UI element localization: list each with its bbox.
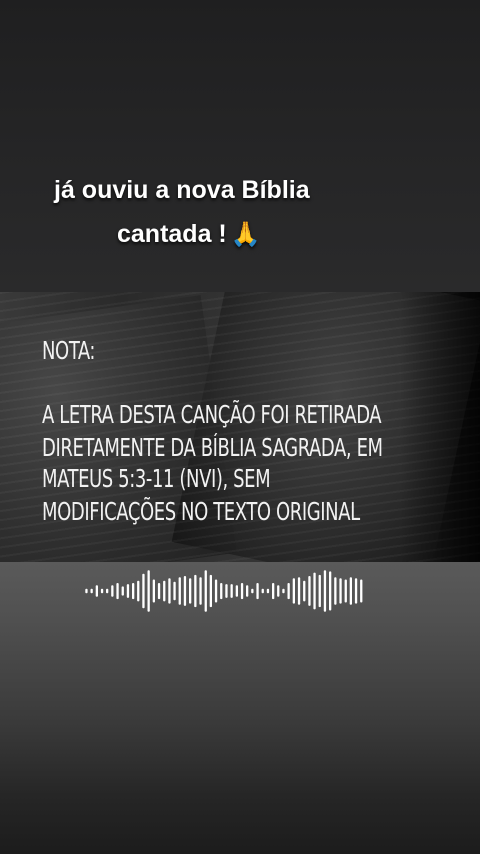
waveform-bar [266, 588, 270, 594]
waveform-bar [132, 583, 135, 600]
waveform-bar [235, 585, 238, 597]
note-line-3: MATEUS 5:3-11 (NVI), SEM [42, 464, 271, 493]
waveform-bar [121, 586, 124, 596]
waveform-bar [204, 570, 207, 612]
waveform-bar [318, 574, 321, 608]
waveform-bar [85, 588, 88, 594]
caption-line-2-text: cantada ! [117, 220, 227, 248]
note-line-4: MODIFICAÇÕES NO TEXTO ORIGINAL [42, 497, 360, 526]
waveform-bar [183, 576, 187, 606]
waveform-bar [313, 572, 316, 610]
waveform-bar [308, 576, 311, 606]
waveform-bar [230, 584, 233, 598]
waveform-bar [323, 570, 327, 612]
waveform-bar [287, 583, 290, 600]
waveform-bar [339, 578, 342, 604]
waveform-bar [199, 577, 202, 605]
waveform-bar [163, 580, 166, 602]
waveform-bar [220, 583, 223, 600]
waveform-bar [240, 583, 244, 600]
waveform-bar [173, 581, 176, 601]
note-title: NOTA: [42, 336, 96, 365]
waveform-bar [297, 577, 301, 605]
waveform-bar [111, 585, 114, 597]
waveform-bar [137, 580, 140, 602]
waveform-bar [251, 588, 254, 594]
bible-spine-shadow [400, 292, 480, 562]
waveform-bar [334, 577, 337, 605]
waveform-bar [90, 588, 93, 594]
note-line-2: DIRETAMENTE DA BÍBLIA SAGRADA, EM [42, 433, 383, 462]
waveform-bar [354, 578, 358, 604]
waveform-bar [349, 577, 352, 605]
praying-hands-emoji: 🙏 [230, 221, 261, 248]
bible-background-image: NOTA: A LETRA DESTA CANÇÃO FOI RETIRADA … [0, 292, 480, 562]
audio-waveform [85, 570, 363, 612]
waveform-bar [209, 574, 212, 608]
caption-line-1: já ouviu a nova Bíblia [54, 176, 310, 204]
waveform-bar [344, 579, 347, 603]
waveform-bar [126, 584, 130, 598]
waveform-bar [194, 574, 197, 608]
waveform-bar [360, 579, 363, 603]
waveform-bar [95, 585, 98, 597]
waveform-bar [106, 588, 109, 594]
waveform-bar [292, 578, 295, 604]
waveform-bar [329, 571, 332, 611]
waveform-bar [157, 583, 161, 600]
waveform-bar [225, 584, 228, 598]
waveform-bar [272, 583, 275, 600]
waveform-bar [152, 579, 155, 603]
waveform-bar [116, 583, 119, 600]
waveform-bar [256, 583, 259, 600]
waveform-bar [246, 585, 249, 597]
waveform-bar [100, 588, 104, 594]
waveform-bar [168, 578, 171, 604]
waveform-bar [261, 588, 264, 594]
waveform-bar [303, 580, 306, 602]
waveform-bar [189, 578, 192, 604]
waveform-bar [277, 585, 280, 597]
waveform-bar [178, 577, 181, 605]
note-line-1: A LETRA DESTA CANÇÃO FOI RETIRADA [42, 400, 382, 429]
waveform-bar [147, 570, 150, 612]
waveform-bar [214, 579, 218, 603]
waveform-bar [282, 588, 285, 594]
waveform-bar [142, 573, 145, 609]
caption-line-2: cantada ! 🙏 [117, 220, 261, 249]
